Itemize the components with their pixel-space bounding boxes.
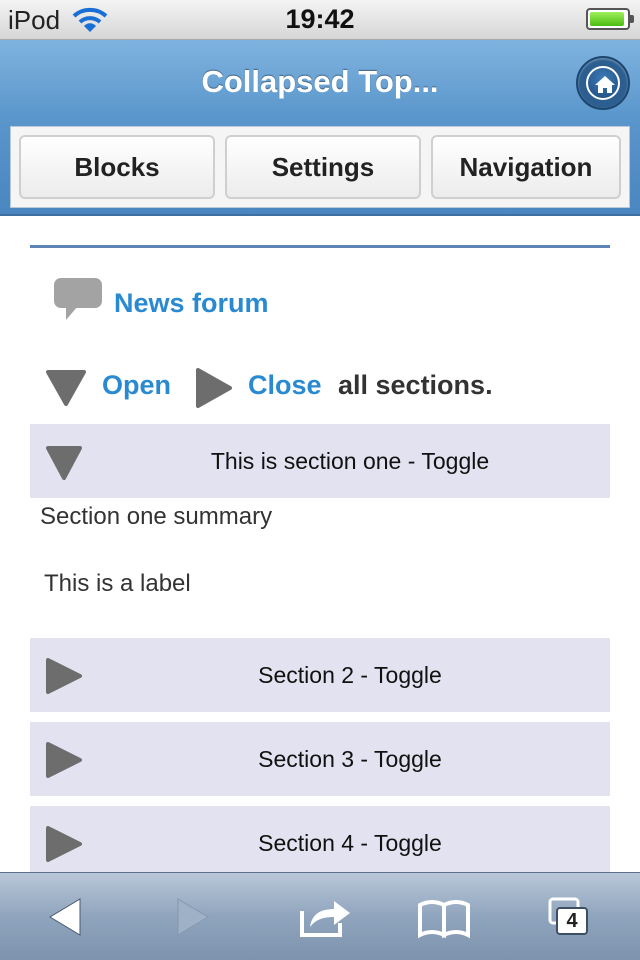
share-icon[interactable] bbox=[296, 893, 356, 941]
news-forum-link[interactable]: News forum bbox=[114, 288, 269, 319]
tabs-button[interactable]: 4 bbox=[546, 893, 606, 941]
section-title: Section 2 - Toggle bbox=[258, 662, 442, 688]
section-toggle-1[interactable]: This is section one - Toggle bbox=[30, 424, 610, 498]
section-toggle-3[interactable]: Section 3 - Toggle bbox=[30, 722, 610, 796]
triangle-right-icon bbox=[46, 742, 82, 778]
section-summary: Section one summary bbox=[40, 503, 273, 530]
browser-toolbar: 4 bbox=[0, 872, 640, 960]
bookmarks-icon[interactable] bbox=[414, 893, 474, 941]
back-arrow-icon[interactable] bbox=[44, 893, 104, 941]
triangle-down-icon[interactable] bbox=[44, 366, 88, 408]
home-icon bbox=[586, 66, 620, 100]
all-sections-text: all sections. bbox=[338, 370, 493, 400]
section-title: Section 4 - Toggle bbox=[258, 830, 442, 856]
tabs-count-badge: 4 bbox=[556, 907, 588, 935]
clock: 19:42 bbox=[285, 4, 355, 34]
speech-bubble-icon bbox=[54, 278, 102, 320]
open-close-controls: Open Close all sections. bbox=[44, 364, 614, 408]
page-header: Collapsed Top... Blocks Settings Navigat… bbox=[0, 40, 640, 216]
home-button[interactable] bbox=[576, 56, 630, 110]
triangle-right-icon bbox=[46, 658, 82, 694]
blocks-button[interactable]: Blocks bbox=[19, 135, 215, 199]
triangle-down-icon bbox=[46, 446, 82, 480]
triangle-right-icon bbox=[46, 826, 82, 862]
navigation-button[interactable]: Navigation bbox=[431, 135, 621, 199]
divider bbox=[30, 245, 610, 248]
battery-icon bbox=[586, 8, 634, 30]
section-title: Section 3 - Toggle bbox=[258, 746, 442, 772]
navbar: Blocks Settings Navigation bbox=[10, 126, 630, 208]
section-toggle-2[interactable]: Section 2 - Toggle bbox=[30, 638, 610, 712]
forward-arrow-icon[interactable] bbox=[164, 893, 224, 941]
section-label: This is a label bbox=[44, 570, 191, 597]
close-all-link[interactable]: Close bbox=[248, 370, 322, 401]
section-title: This is section one - Toggle bbox=[210, 448, 490, 474]
settings-button[interactable]: Settings bbox=[225, 135, 421, 199]
status-bar: iPod 19:42 bbox=[0, 0, 640, 40]
section-toggle-4[interactable]: Section 4 - Toggle bbox=[30, 806, 610, 872]
page-title: Collapsed Top... bbox=[201, 64, 439, 99]
triangle-right-icon[interactable] bbox=[192, 366, 234, 410]
open-all-link[interactable]: Open bbox=[102, 370, 171, 401]
main-content: News forum Open Close all sections. This… bbox=[0, 216, 640, 872]
